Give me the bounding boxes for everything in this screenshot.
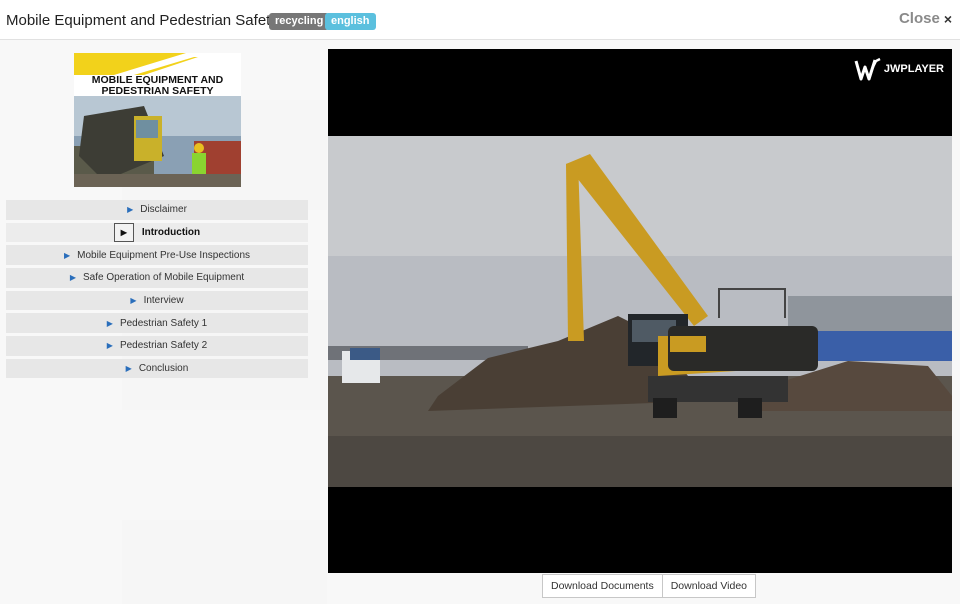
play-arrow-icon: ▶ <box>130 296 137 305</box>
play-arrow-icon: ▶ <box>113 222 134 242</box>
chapter-item-safe-operation[interactable]: ▶ Safe Operation of Mobile Equipment <box>6 268 308 288</box>
chapter-label: Disclaimer <box>140 204 187 216</box>
thumbnail-title: MOBILE EQUIPMENT AND PEDESTRIAN SAFETY <box>74 75 241 97</box>
chapter-label: Introduction <box>141 226 201 238</box>
play-arrow-icon: ▶ <box>63 250 71 260</box>
close-button[interactable]: Close × <box>899 10 952 27</box>
download-video-button[interactable]: Download Video <box>662 574 756 598</box>
chapter-item-pedestrian-safety-2[interactable]: ▶ Pedestrian Safety 2 <box>6 336 308 356</box>
play-arrow-icon: ▶ <box>127 205 134 215</box>
chapter-label: Pedestrian Safety 1 <box>119 317 208 329</box>
video-modal: Mobile Equipment and Pedestrian Safety 2… <box>0 0 960 604</box>
download-bar: Download Documents Download Video <box>542 574 756 598</box>
chapter-item-conclusion[interactable]: ▶ Conclusion <box>6 358 308 379</box>
chapter-label: Mobile Equipment Pre-Use Inspections <box>77 249 251 261</box>
play-arrow-icon: ▶ <box>69 273 76 283</box>
chapter-item-interview[interactable]: ▶ Interview <box>6 290 308 311</box>
language-badge: english <box>325 13 376 30</box>
yellow-stripe-graphic <box>74 53 198 75</box>
course-thumbnail: MOBILE EQUIPMENT AND PEDESTRIAN SAFETY <box>74 53 241 187</box>
jwplayer-brand: JWPLAYER <box>883 63 944 75</box>
category-badge: recycling <box>269 13 330 30</box>
chapter-item-pedestrian-safety-1[interactable]: ▶ Pedestrian Safety 1 <box>6 313 308 333</box>
download-documents-button[interactable]: Download Documents <box>542 574 663 598</box>
video-frame[interactable] <box>328 136 952 487</box>
thumbnail-photo <box>74 96 241 187</box>
modal-header: Mobile Equipment and Pedestrian Safety 2… <box>0 0 960 40</box>
chapter-item-pre-use-inspections[interactable]: ▶ Mobile Equipment Pre-Use Inspections <box>6 245 308 265</box>
play-arrow-icon: ▶ <box>125 364 132 374</box>
chapter-item-introduction[interactable]: ▶ Introduction <box>6 222 308 243</box>
video-player[interactable]: JWPLAYER <box>328 49 952 573</box>
chapter-item-disclaimer[interactable]: ▶ Disclaimer <box>6 200 308 220</box>
play-arrow-icon: ▶ <box>106 318 113 328</box>
jwplayer-logo: JWPLAYER <box>854 57 944 81</box>
chapter-list: ▶ Disclaimer ▶ Introduction ▶ Mobile Equ… <box>6 200 308 382</box>
jwplayer-icon <box>854 57 881 81</box>
close-label: Close <box>898 10 940 27</box>
close-icon: × <box>943 10 952 27</box>
chapter-label: Conclusion <box>138 363 189 375</box>
chapter-label: Safe Operation of Mobile Equipment <box>82 272 245 284</box>
chapter-label: Pedestrian Safety 2 <box>119 340 208 352</box>
play-arrow-icon: ▶ <box>106 341 113 351</box>
chapter-label: Interview <box>143 295 184 306</box>
